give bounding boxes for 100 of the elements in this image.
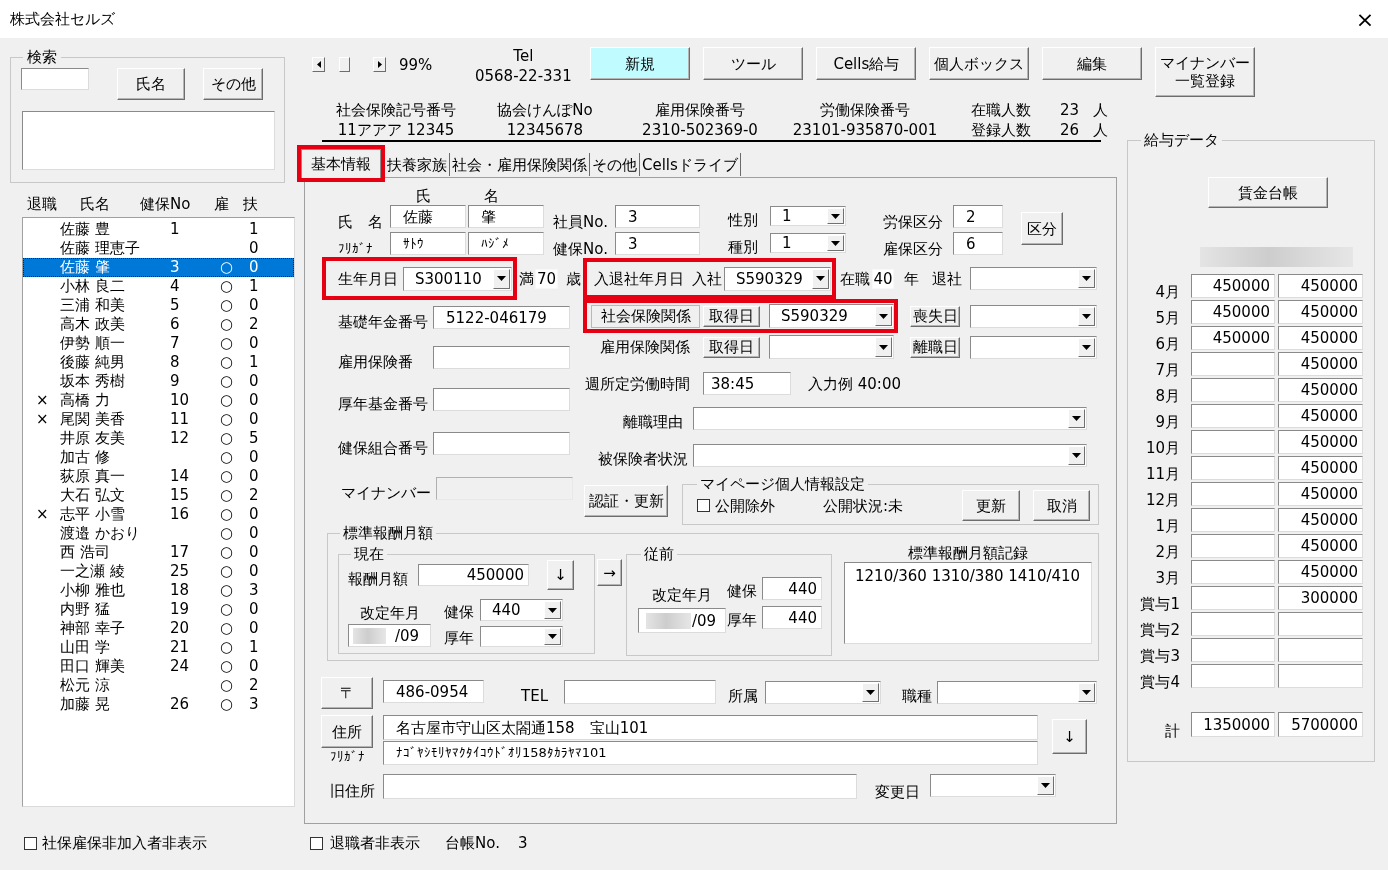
union-number-field[interactable] bbox=[433, 432, 570, 455]
mypage-button[interactable]: 取消 bbox=[1033, 490, 1090, 521]
working-hours-field[interactable]: 38:45 bbox=[703, 372, 791, 395]
gender-dropdown[interactable]: 1 bbox=[770, 206, 846, 226]
employee-row[interactable]: 井原 友美 12 ○ 5 bbox=[23, 429, 294, 448]
old-address-field[interactable] bbox=[383, 774, 857, 799]
tab[interactable]: 基本情報 bbox=[301, 149, 381, 178]
employee-row[interactable]: 伊勢 順一 7 ○ 0 bbox=[23, 334, 294, 353]
total-field[interactable]: 5700000 bbox=[1278, 712, 1363, 737]
amount-field[interactable]: 450000 bbox=[1278, 534, 1363, 558]
pension-fund-number-field[interactable] bbox=[433, 388, 570, 411]
separation-date-dropdown[interactable] bbox=[970, 335, 1097, 359]
mypage-button[interactable]: 更新 bbox=[962, 490, 1020, 521]
amount-field[interactable]: 450000 bbox=[1278, 326, 1363, 350]
employee-row[interactable]: 三浦 和美 5 ○ 0 bbox=[23, 296, 294, 315]
amount-field[interactable]: 450000 bbox=[1278, 274, 1363, 298]
tab[interactable]: 社会・雇用保険関係 bbox=[450, 153, 590, 176]
address-button[interactable]: 住所 bbox=[321, 715, 373, 748]
toolbar-button[interactable]: 個人ボックス bbox=[929, 47, 1030, 80]
employee-row[interactable]: 坂本 秀樹 9 ○ 0 bbox=[23, 372, 294, 391]
verify-update-button[interactable]: 認証・更新 bbox=[584, 485, 668, 517]
amount-field[interactable] bbox=[1191, 560, 1275, 584]
lost-date-dropdown[interactable] bbox=[970, 304, 1097, 328]
separation-reason-dropdown[interactable] bbox=[693, 406, 1087, 430]
acquired-date-dropdown[interactable]: S590329 bbox=[769, 304, 894, 328]
copy-right-button[interactable]: → bbox=[597, 559, 622, 586]
postal-code-field[interactable]: 486-0954 bbox=[383, 680, 484, 703]
amount-field[interactable] bbox=[1278, 664, 1363, 688]
amount-field[interactable]: 450000 bbox=[1278, 560, 1363, 584]
separation-date-button[interactable]: 離職日 bbox=[910, 336, 960, 358]
employee-row[interactable]: × 志平 小雪 16 ○ 0 bbox=[23, 505, 294, 524]
amount-field[interactable] bbox=[1191, 378, 1275, 402]
pay-history-box[interactable]: 1210/360 1310/380 1410/410 bbox=[844, 562, 1092, 644]
employee-row[interactable]: 神部 幸子 20 ○ 0 bbox=[23, 619, 294, 638]
toolbar-button[interactable]: 編集 bbox=[1042, 47, 1143, 80]
leave-date-dropdown[interactable] bbox=[970, 267, 1097, 290]
pension-grade-dropdown[interactable] bbox=[480, 626, 563, 647]
total-field[interactable]: 1350000 bbox=[1191, 712, 1275, 737]
pension-number-field[interactable]: 5122-046179 bbox=[433, 306, 570, 329]
amount-field[interactable]: 450000 bbox=[1191, 326, 1275, 350]
acquired-date-button[interactable]: 取得日 bbox=[703, 336, 760, 358]
health-grade-dropdown[interactable]: 440 bbox=[480, 599, 563, 621]
monthly-pay-field[interactable]: 450000 bbox=[418, 564, 529, 586]
copy-down-button[interactable]: ↓ bbox=[1052, 719, 1087, 754]
scroll-thumb[interactable] bbox=[339, 57, 350, 72]
checkbox[interactable] bbox=[24, 836, 37, 850]
search-field[interactable] bbox=[21, 68, 89, 90]
amount-field[interactable]: 450000 bbox=[1278, 352, 1363, 376]
employee-row[interactable]: 佐藤 肇 3 ○ 0 bbox=[23, 258, 294, 277]
toolbar-button[interactable]: 新規 bbox=[590, 47, 691, 80]
phone-field[interactable] bbox=[564, 680, 716, 704]
revision-date-field[interactable]: /09 bbox=[638, 608, 726, 633]
scroll-left-button[interactable] bbox=[312, 57, 325, 72]
postal-code-button[interactable]: 〒 bbox=[321, 677, 373, 709]
tenure-field[interactable]: 40 bbox=[872, 268, 894, 289]
checkbox[interactable] bbox=[697, 499, 710, 512]
amount-field[interactable] bbox=[1191, 482, 1275, 506]
amount-field[interactable]: 450000 bbox=[1278, 300, 1363, 324]
amount-field[interactable]: 450000 bbox=[1278, 456, 1363, 480]
amount-field[interactable]: 300000 bbox=[1278, 586, 1363, 610]
amount-field[interactable] bbox=[1191, 664, 1275, 688]
wage-ledger-button[interactable]: 賃金台帳 bbox=[1208, 177, 1328, 208]
amount-field[interactable] bbox=[1191, 352, 1275, 376]
acquired-date-button[interactable]: 取得日 bbox=[703, 305, 760, 327]
scroll-right-button[interactable] bbox=[373, 57, 386, 72]
tab[interactable]: 扶養家族 bbox=[385, 153, 450, 176]
pension-grade-field[interactable]: 440 bbox=[762, 606, 822, 629]
tab[interactable]: その他 bbox=[590, 153, 640, 176]
job-type-dropdown[interactable] bbox=[937, 681, 1097, 704]
amount-field[interactable] bbox=[1191, 508, 1275, 532]
employee-row[interactable]: 小柳 雅也 18 ○ 3 bbox=[23, 581, 294, 600]
health-grade-field[interactable]: 440 bbox=[762, 577, 822, 600]
given-name-reading-field[interactable]: ﾊｼﾞﾒ bbox=[468, 232, 544, 255]
age-field[interactable]: 70 bbox=[535, 268, 558, 289]
amount-field[interactable] bbox=[1191, 534, 1275, 558]
employee-row[interactable]: 佐藤 理恵子 0 bbox=[23, 239, 294, 258]
employee-row[interactable]: 渡邉 かおり ○ 0 bbox=[23, 524, 294, 543]
amount-field[interactable]: 450000 bbox=[1278, 378, 1363, 402]
tab[interactable]: Cellsドライブ bbox=[640, 153, 741, 176]
employee-row[interactable]: 西 浩司 17 ○ 0 bbox=[23, 543, 294, 562]
amount-field[interactable]: 450000 bbox=[1191, 274, 1275, 298]
given-name-field[interactable]: 肇 bbox=[468, 205, 544, 228]
address-reading-field[interactable]: ﾅｺﾞﾔｼﾓﾘﾔﾏｸﾀｲｺｳﾄﾞｵﾘ158ﾀｶﾗﾔﾏ101 bbox=[383, 741, 1038, 765]
checkbox[interactable] bbox=[310, 836, 323, 850]
lost-date-button[interactable]: 喪失日 bbox=[910, 305, 960, 327]
amount-field[interactable] bbox=[1191, 586, 1275, 610]
surname-field[interactable]: 佐藤 bbox=[390, 205, 466, 228]
employee-number-field[interactable]: 3 bbox=[615, 205, 700, 228]
revision-date-field[interactable]: /09 bbox=[348, 624, 431, 647]
class-field[interactable]: 6 bbox=[953, 232, 1003, 255]
amount-field[interactable] bbox=[1278, 638, 1363, 662]
copy-down-button[interactable]: ↓ bbox=[547, 560, 574, 590]
employee-row[interactable]: 高木 政美 6 ○ 2 bbox=[23, 315, 294, 334]
employment-insurance-number-field[interactable] bbox=[433, 346, 570, 369]
health-insurance-number-field[interactable]: 3 bbox=[615, 232, 700, 255]
amount-field[interactable]: 450000 bbox=[1278, 430, 1363, 454]
birth-date-dropdown[interactable]: S300110 bbox=[403, 266, 512, 291]
employee-row[interactable]: 荻原 真一 14 ○ 0 bbox=[23, 467, 294, 486]
amount-field[interactable] bbox=[1191, 612, 1275, 636]
toolbar-button[interactable]: Cells給与 bbox=[816, 47, 917, 80]
